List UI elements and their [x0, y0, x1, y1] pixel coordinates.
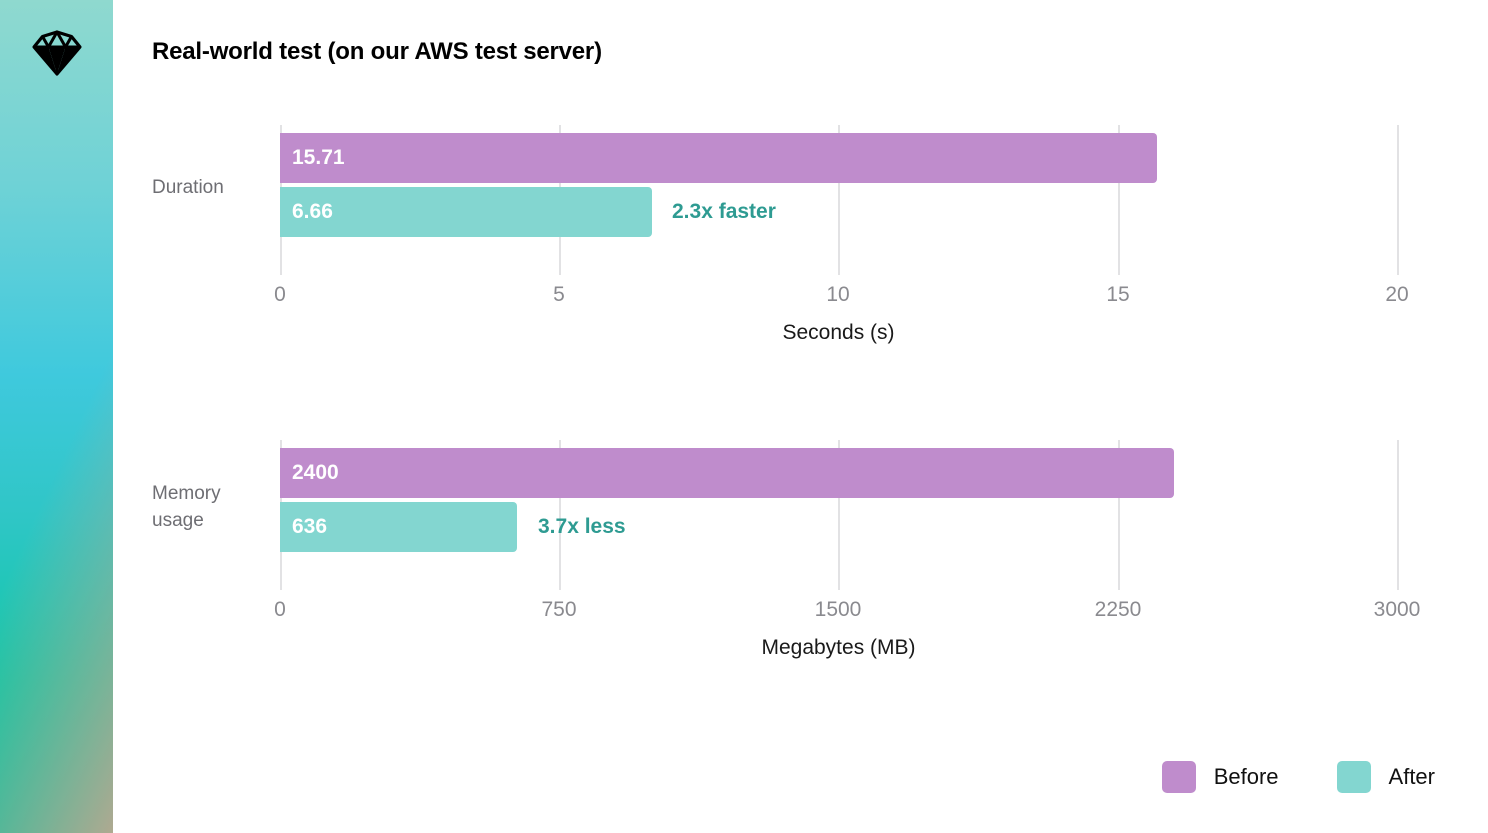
- legend-label-before: Before: [1213, 764, 1279, 789]
- chart-page: Real-world test (on our AWS test server)…: [0, 0, 1488, 833]
- chart-memory-annotation: 3.7x less: [538, 515, 626, 538]
- x-tick: 0: [274, 598, 286, 621]
- chart-duration-annotation: 2.3x faster: [672, 200, 776, 223]
- bar-memory-after-value: 636: [292, 515, 328, 538]
- chart-duration-axis-title: Seconds (s): [782, 321, 895, 344]
- chart-memory-bars: 2400 636 3.7x less: [280, 440, 1397, 590]
- x-tick: 2250: [1094, 598, 1142, 621]
- x-tick: 3000: [1373, 598, 1421, 621]
- bar-memory-before: 2400: [280, 448, 1174, 498]
- x-tick: 5: [553, 283, 565, 306]
- legend-label-after: After: [1388, 764, 1435, 789]
- bar-memory-after: 636: [280, 502, 517, 552]
- x-tick: 1500: [814, 598, 862, 621]
- chart-duration-category-label: Duration: [152, 177, 224, 198]
- chart-content-area: Real-world test (on our AWS test server)…: [113, 0, 1488, 833]
- gridline: [1397, 125, 1399, 275]
- diamond-icon: [31, 28, 83, 78]
- chart-duration: Duration 15.71 6.66 2.3x faster 0 5 10 1…: [113, 125, 1488, 390]
- bar-duration-before: 15.71: [280, 133, 1157, 183]
- bar-duration-after: 6.66: [280, 187, 652, 237]
- x-tick: 20: [1385, 283, 1409, 306]
- bar-duration-after-value: 6.66: [292, 200, 333, 223]
- sidebar-gradient-panel: [0, 0, 113, 833]
- legend-item-before: Before: [1161, 761, 1279, 793]
- chart-memory-category-label: Memory usage: [152, 483, 221, 531]
- chart-duration-bars: 15.71 6.66 2.3x faster: [280, 125, 1397, 275]
- page-title: Real-world test (on our AWS test server): [152, 38, 602, 65]
- color-swatch-icon: [1336, 761, 1371, 793]
- chart-duration-plot: 15.71 6.66 2.3x faster: [280, 125, 1399, 275]
- chart-duration-xticks: 0 5 10 15 20: [274, 283, 1409, 313]
- legend-item-after: After: [1336, 761, 1435, 793]
- gridline: [1397, 440, 1399, 590]
- chart-legend: Before After: [1161, 761, 1435, 793]
- color-swatch-icon: [1161, 761, 1196, 793]
- chart-memory-plot: 2400 636 3.7x less: [280, 440, 1399, 590]
- x-tick: 0: [274, 283, 286, 306]
- chart-memory-usage: Memory usage 2400 636 3.7x less 0 750 15…: [113, 440, 1488, 705]
- chart-memory-xticks: 0 750 1500 2250 3000: [274, 598, 1420, 628]
- bar-duration-before-value: 15.71: [292, 146, 345, 169]
- x-tick: 15: [1106, 283, 1130, 306]
- x-tick: 10: [826, 283, 850, 306]
- chart-memory-axis-title: Megabytes (MB): [761, 636, 916, 659]
- x-tick: 750: [541, 598, 577, 621]
- bar-memory-before-value: 2400: [292, 461, 339, 484]
